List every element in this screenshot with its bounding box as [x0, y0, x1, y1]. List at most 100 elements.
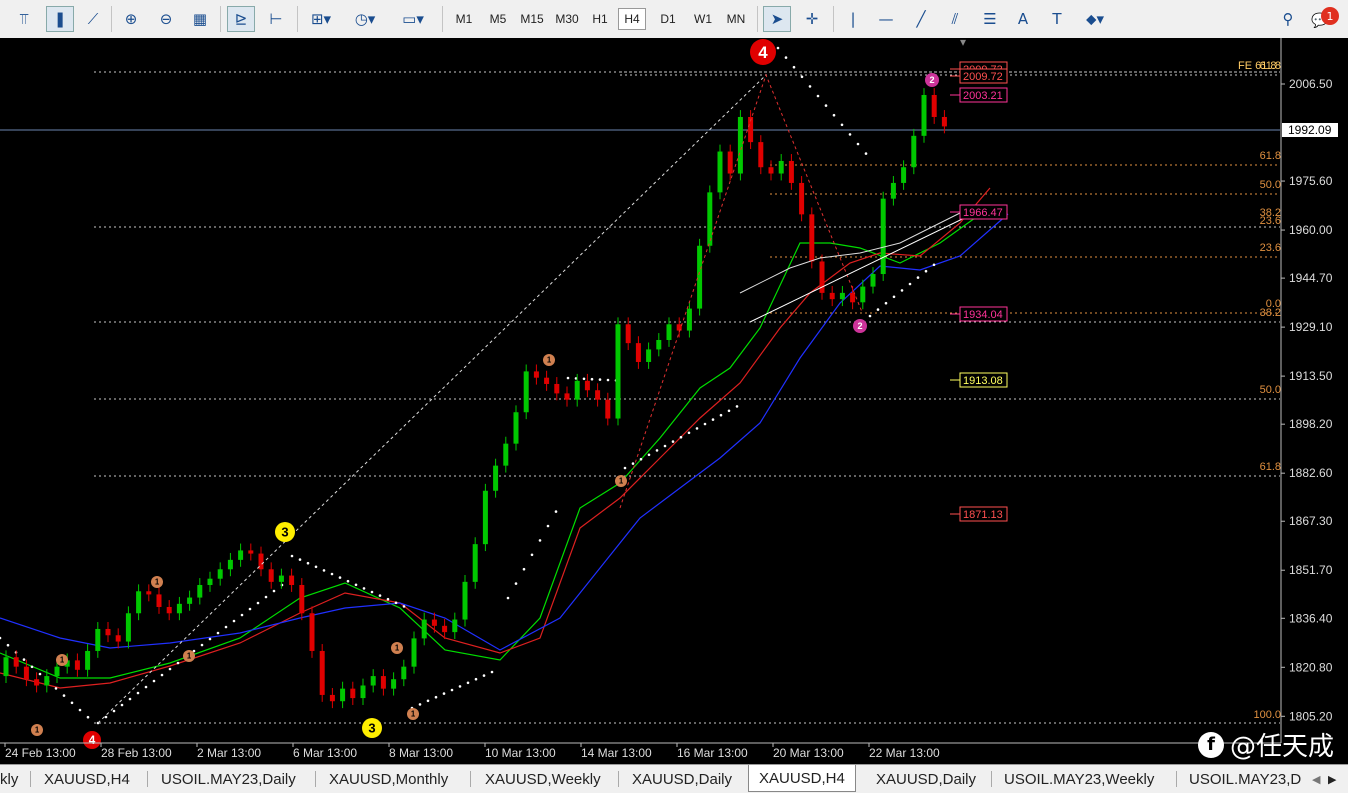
tab-scroll-left[interactable]: ◀	[1312, 768, 1320, 790]
tab-xauusd-weekly[interactable]: XAUUSD,Weekly	[485, 768, 601, 790]
wave-label: 1	[187, 652, 192, 661]
price-label-text: 2003.21	[963, 90, 1003, 102]
zoom-out-icon[interactable]: ⊖	[153, 6, 179, 32]
candle-body	[870, 274, 876, 287]
tf-m15[interactable]: M15	[516, 8, 548, 30]
candle-body	[452, 619, 458, 633]
vertical-line-icon[interactable]: |	[840, 6, 866, 32]
candle-body	[676, 324, 682, 331]
tf-d1[interactable]: D1	[655, 8, 681, 30]
sar-dot	[386, 597, 390, 601]
tab-scroll-right[interactable]: ▶	[1328, 768, 1336, 790]
wave-label: 1	[155, 578, 160, 587]
autoscroll-icon[interactable]: ⊵	[227, 6, 255, 32]
drawings	[97, 73, 986, 724]
sar-dot	[112, 709, 116, 713]
sar-dot	[362, 587, 366, 590]
candle-body	[707, 192, 713, 246]
tab-xauusd-monthly[interactable]: XAUUSD,Monthly	[329, 768, 448, 790]
tab-xauusd-h4-active[interactable]: XAUUSD,H4	[748, 765, 856, 792]
sar-dot	[647, 453, 651, 457]
line-chart-icon[interactable]: ⟋	[80, 6, 106, 32]
time-tick-label: 24 Feb 13:00	[5, 746, 76, 760]
tf-h4[interactable]: H4	[618, 8, 646, 30]
sar-dot	[868, 314, 872, 318]
fibonacci-icon[interactable]: ☰	[976, 6, 1004, 32]
indicators-icon[interactable]: ⊞▾	[304, 6, 338, 32]
candle-body	[799, 182, 805, 215]
price-chart[interactable]: 4 4 3 3 2 2 1 1 1 1 1 1 1 1 61.8 50.0 38.2 23.6 23.6 0.0 38.…	[0, 38, 1348, 764]
candle-body	[493, 465, 499, 491]
sar-dot	[671, 440, 675, 443]
tab-usoil-weekly[interactable]: USOIL.MAY23,Weekly	[1004, 768, 1154, 790]
wave-label: 2	[929, 75, 934, 85]
sar-dot	[808, 85, 812, 88]
fib-expansion-label: 61.8	[1260, 60, 1281, 72]
candle-body	[13, 657, 19, 667]
shapes-icon[interactable]: ⬥▾	[1077, 6, 1113, 32]
tf-h1[interactable]: H1	[587, 8, 613, 30]
tab-usoil-daily-partial[interactable]: USOIL.MAY23,D	[1189, 768, 1301, 790]
price-tick-label: 1882.60	[1289, 466, 1333, 480]
time-tick-label: 16 Mar 13:00	[677, 746, 748, 760]
equidistant-channel-icon[interactable]: ⫽	[941, 6, 969, 32]
tab-xauusd-daily-b[interactable]: XAUUSD,Daily	[876, 768, 976, 790]
tf-m1[interactable]: M1	[450, 8, 478, 30]
notifications-icon[interactable]: 💬 1	[1306, 6, 1340, 32]
zoom-in-icon[interactable]: ⊕	[118, 6, 144, 32]
grid-lines	[0, 71, 1280, 724]
price-tick-label: 2006.50	[1289, 77, 1333, 91]
candle-body	[238, 550, 244, 560]
sar-dot	[466, 681, 470, 685]
toolbar: ⫪ ❚ ⟋ ⊕ ⊖ ▦ ⊵ ⊢ ⊞▾ ◷▾ ▭▾ M1 M5 M15 M30 H…	[0, 0, 1348, 39]
tab-usoil-daily[interactable]: USOIL.MAY23,Daily	[161, 768, 296, 790]
sar-dot	[314, 565, 318, 569]
sar-dot	[330, 572, 334, 576]
templates-icon[interactable]: ▭▾	[394, 6, 432, 32]
candle-body	[401, 666, 407, 680]
fib-percent-label: 100.0	[1253, 709, 1281, 721]
candle-body	[227, 559, 233, 570]
sar-dot	[104, 715, 108, 719]
price-tick-label: 1913.50	[1289, 369, 1333, 383]
candle-body	[584, 380, 590, 391]
tab-xauusd-h4-a[interactable]: XAUUSD,H4	[44, 768, 130, 790]
periodicity-clock-icon[interactable]: ◷▾	[346, 6, 384, 32]
watermark-text: @任天成	[1229, 732, 1334, 762]
sar-dot	[784, 56, 788, 59]
cursor-icon[interactable]: ➤	[763, 6, 791, 32]
tf-w1[interactable]: W1	[689, 8, 717, 30]
crosshair-icon[interactable]: ✛	[798, 6, 826, 32]
sar-dot	[78, 708, 82, 712]
sar-dot	[0, 636, 2, 640]
candle-body	[187, 597, 193, 604]
sar-dot	[554, 510, 558, 513]
sar-dot	[655, 449, 659, 452]
tab-weekly-partial[interactable]: kly	[0, 768, 18, 790]
tf-m30[interactable]: M30	[551, 8, 583, 30]
tile-windows-icon[interactable]: ▦	[187, 6, 213, 32]
sar-dot	[546, 524, 550, 528]
candle-body	[462, 581, 468, 620]
trendline-icon[interactable]: ╱	[907, 6, 935, 32]
text-icon[interactable]: A	[1010, 6, 1036, 32]
sar-dot	[354, 583, 358, 587]
candle-body	[278, 575, 284, 582]
candle-body	[23, 666, 29, 680]
sar-dot	[735, 405, 739, 408]
text-label-icon[interactable]: T	[1043, 6, 1071, 32]
candle-body	[207, 578, 213, 585]
sar-dot	[136, 691, 140, 695]
bar-chart-icon[interactable]: ⫪	[12, 6, 36, 32]
tf-mn[interactable]: MN	[721, 8, 751, 30]
sar-dot	[176, 661, 180, 665]
chart-shift-icon[interactable]: ⊢	[262, 6, 290, 32]
search-icon[interactable]: ⚲	[1276, 6, 1300, 32]
tf-m5[interactable]: M5	[484, 8, 512, 30]
sar-dot	[160, 673, 164, 677]
fib-percent-label: 38.2	[1260, 307, 1281, 319]
fib-percent-label: 61.8	[1260, 461, 1281, 473]
horizontal-line-icon[interactable]: —	[872, 6, 900, 32]
tab-xauusd-daily-a[interactable]: XAUUSD,Daily	[632, 768, 732, 790]
candlestick-chart-icon[interactable]: ❚	[46, 6, 74, 32]
